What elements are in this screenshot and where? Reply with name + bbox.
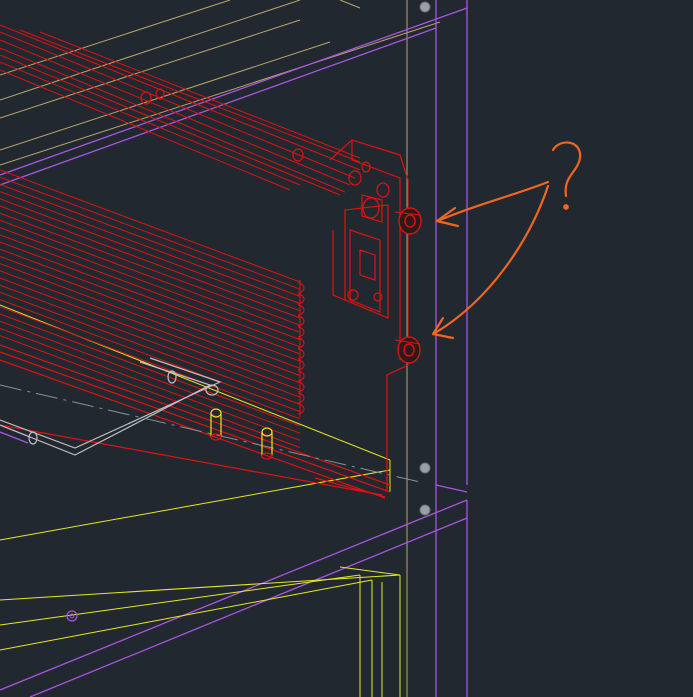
cabinet-bolt-middle [419,462,431,474]
cabinet-bolt-bottom [419,504,431,516]
question-mark-dot [563,204,569,210]
cad-drawing[interactable] [0,0,693,697]
cad-viewport[interactable] [0,0,693,697]
cabinet-bolt-top [419,1,431,13]
upper-stud [398,207,422,235]
